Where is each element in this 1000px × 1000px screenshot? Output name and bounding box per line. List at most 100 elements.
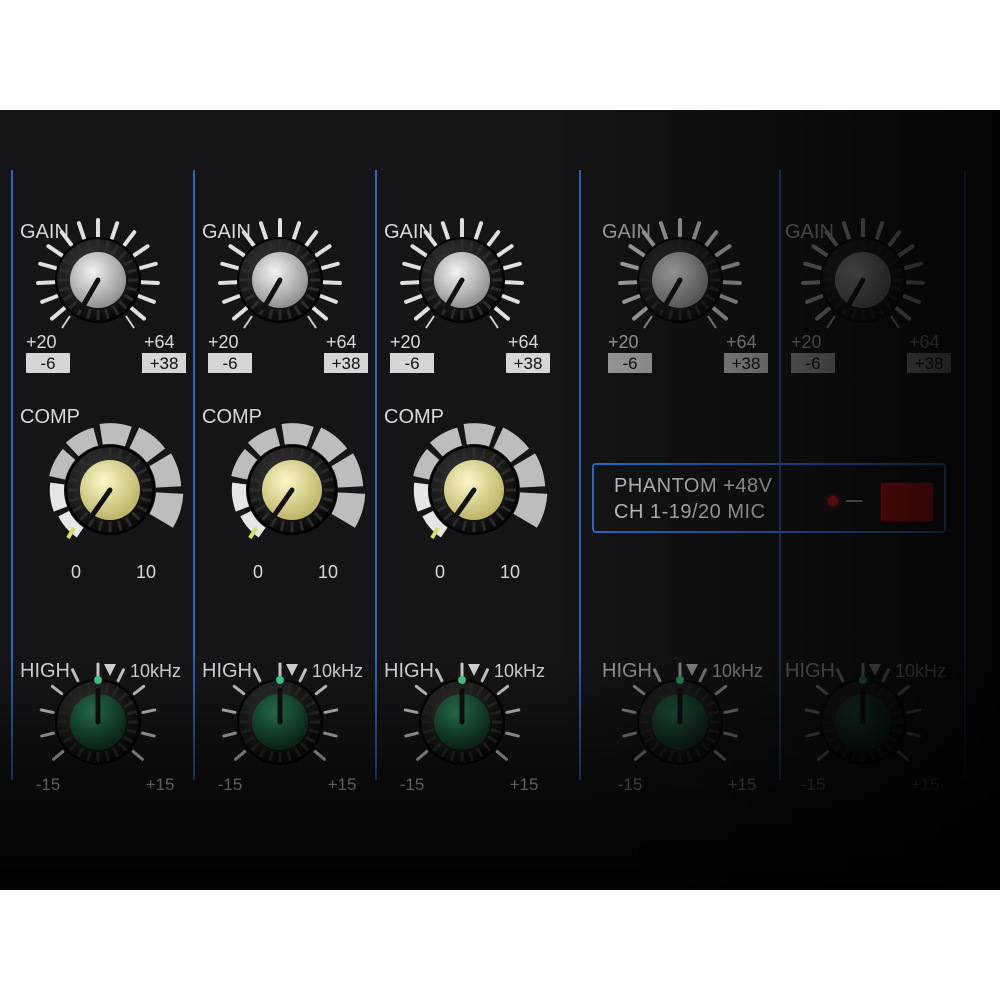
scale-tick (71, 668, 80, 683)
scale-tick (136, 294, 156, 304)
scale-tick (817, 750, 830, 761)
scale-tick (714, 684, 728, 696)
scale-tick (232, 684, 246, 696)
scale-tick (622, 731, 637, 738)
scale-tick (811, 244, 829, 258)
high-center-marker-icon (869, 664, 881, 676)
scale-tick (320, 261, 340, 271)
scale-tick (621, 708, 637, 714)
scale-tick (496, 244, 514, 258)
scale-tick (258, 221, 268, 241)
scale-tick (110, 221, 120, 241)
high-center-led (458, 676, 466, 684)
scale-tick (503, 280, 524, 285)
scale-tick (502, 261, 522, 271)
gain-right-top-label: +64 (909, 332, 940, 352)
scale-tick (314, 684, 328, 696)
scale-tick (805, 731, 820, 738)
gain-right-bottom-label: +38 (915, 354, 944, 373)
phantom-label: PHANTOM +48V (614, 475, 773, 497)
gain-left-bottom-label: -6 (222, 354, 237, 373)
scale-tick (505, 708, 521, 714)
high-frequency-label: 10kHz (712, 661, 763, 681)
comp-scale-segment (463, 423, 496, 447)
high-min-label: -15 (618, 775, 643, 794)
scale-tick (632, 684, 646, 696)
scale-tick (875, 221, 885, 241)
scale-tick (323, 731, 338, 738)
scale-tick (720, 261, 740, 271)
scale-tick (505, 731, 520, 738)
scale-tick (221, 708, 237, 714)
gain-left-bottom-label: -6 (40, 354, 55, 373)
gain-left-top-label: +20 (390, 332, 421, 352)
high-max-label: +15 (146, 775, 175, 794)
phantom-power-switch[interactable] (880, 482, 934, 522)
scale-tick (704, 230, 719, 247)
high-min-label: -15 (36, 775, 61, 794)
scale-tick (400, 280, 421, 285)
scale-tick (658, 221, 668, 241)
scale-tick (495, 750, 508, 761)
scale-tick (815, 684, 829, 696)
scale-tick (403, 708, 419, 714)
scale-tick (632, 306, 649, 321)
scale-tick (906, 731, 921, 738)
scale-tick (40, 294, 60, 304)
scale-tick (714, 244, 732, 258)
gain-left-bottom-label: -6 (805, 354, 820, 373)
scale-tick (228, 244, 246, 258)
scale-tick (141, 708, 157, 714)
scale-tick (500, 294, 520, 304)
scale-tick (131, 750, 144, 761)
scale-tick (897, 244, 915, 258)
gain-left-bottom-label: -6 (622, 354, 637, 373)
scale-tick (404, 731, 419, 738)
scale-tick (139, 280, 160, 285)
scale-tick (132, 684, 146, 696)
gain-right-bottom-label: +38 (332, 354, 361, 373)
gain-right-bottom-label: +38 (514, 354, 543, 373)
gain-left-top-label: +20 (791, 332, 822, 352)
high-frequency-label: 10kHz (312, 661, 363, 681)
comp-scale-segment (413, 482, 432, 512)
high-min-label: -15 (801, 775, 826, 794)
phantom-power-panel: PHANTOM +48V CH 1-19/20 MIC (592, 463, 946, 533)
scale-tick (132, 244, 150, 258)
scale-tick (116, 668, 125, 683)
scale-tick (222, 731, 237, 738)
scale-tick (836, 668, 845, 683)
gain-right-top-label: +64 (508, 332, 539, 352)
scale-tick (138, 261, 158, 271)
scale-bracket (243, 315, 253, 329)
scale-tick (440, 221, 450, 241)
scale-bracket (61, 315, 71, 329)
comp-scale-segment (149, 492, 184, 528)
scale-tick (36, 280, 57, 285)
gain-right-bottom-label: +38 (732, 354, 761, 373)
high-frequency-label: 10kHz (895, 661, 946, 681)
gain-left-top-label: +20 (608, 332, 639, 352)
scale-tick (141, 731, 156, 738)
scale-tick (311, 306, 328, 321)
high-max-label: +15 (728, 775, 757, 794)
phantom-connector-line (846, 500, 862, 502)
high-center-marker-icon (286, 664, 298, 676)
scale-tick (904, 280, 925, 285)
scale-tick (698, 668, 707, 683)
scale-tick (40, 731, 55, 738)
scale-tick (129, 306, 146, 321)
comp-min-label: 0 (253, 562, 263, 582)
high-frequency-label: 10kHz (494, 661, 545, 681)
scale-bracket (425, 315, 435, 329)
scale-tick (723, 731, 738, 738)
channel-strip-3: GAIN+20-6+64+38COMP0 10HIGH 10kHz-15 +15 (384, 218, 550, 794)
scale-tick (323, 708, 339, 714)
comp-max-label: 10 (136, 562, 156, 582)
scale-tick (410, 244, 428, 258)
mixer-panel: GAIN +20 -6 +64 +38 COMP 0 10 HIGH 10kHz -15 +15 GAI… (0, 110, 1000, 890)
high-frequency-label: 10kHz (130, 661, 181, 681)
scale-tick (634, 750, 647, 761)
comp-scale-segment (281, 423, 314, 447)
scale-tick (404, 294, 424, 304)
